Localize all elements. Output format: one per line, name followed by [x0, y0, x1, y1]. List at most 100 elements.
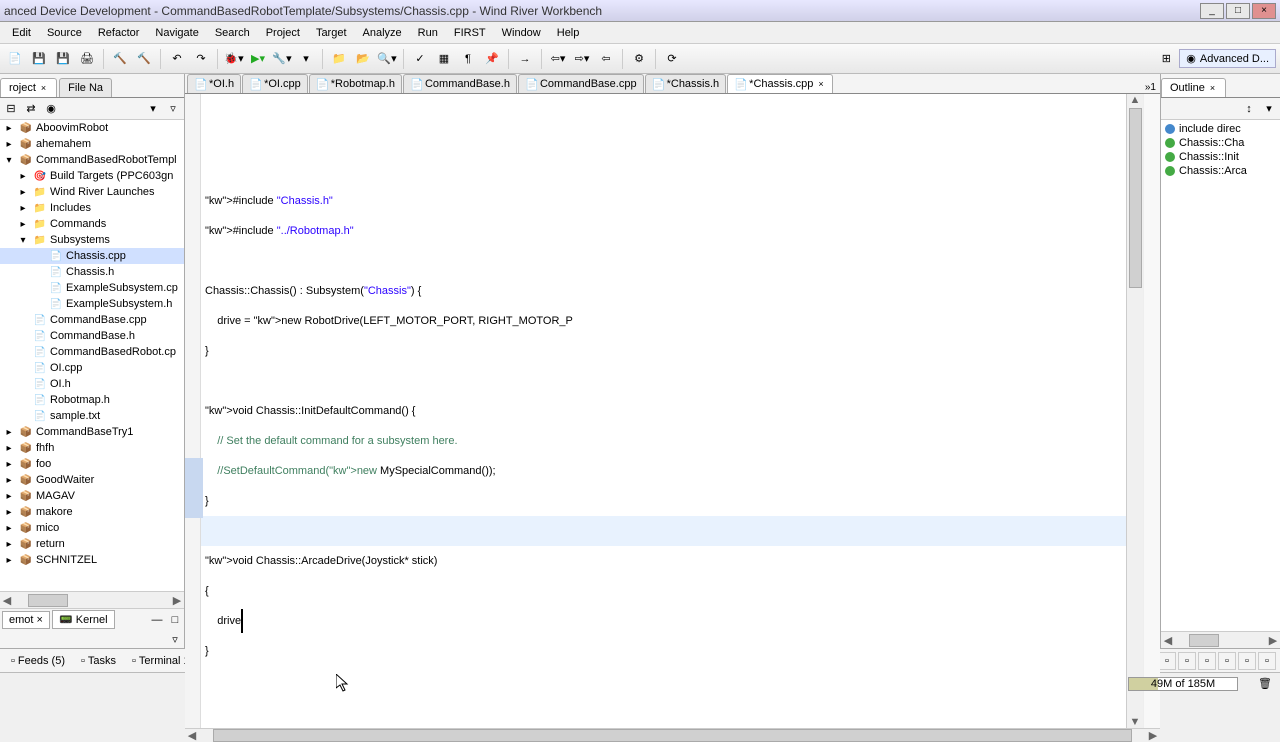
- expand-icon[interactable]: ▸: [2, 457, 16, 471]
- tree-item[interactable]: 📄Robotmap.h: [0, 392, 184, 408]
- overview-ruler[interactable]: [1143, 94, 1160, 728]
- d-icon[interactable]: ▫: [1258, 652, 1276, 670]
- collapse-all-icon[interactable]: ⊟: [2, 100, 20, 118]
- maximize-view-icon[interactable]: □: [166, 611, 184, 629]
- restore-icon[interactable]: ▫: [1178, 652, 1196, 670]
- perspective-button[interactable]: ◉ Advanced D...: [1179, 49, 1276, 68]
- sort-icon[interactable]: ↕: [1240, 100, 1258, 118]
- outline-item[interactable]: Chassis::Cha: [1163, 136, 1278, 150]
- bottom-tab[interactable]: ▫Feeds (5): [4, 652, 72, 670]
- expand-icon[interactable]: ▸: [16, 217, 30, 231]
- max-icon[interactable]: ▫: [1158, 652, 1176, 670]
- editor-tab[interactable]: 📄*Robotmap.h: [309, 74, 402, 93]
- expand-icon[interactable]: ▾: [2, 153, 16, 167]
- tree-item[interactable]: ▸📦AboovimRobot: [0, 120, 184, 136]
- expand-icon[interactable]: [16, 345, 30, 359]
- first-icon[interactable]: ⚙: [628, 48, 650, 70]
- hide-fields-icon[interactable]: ▾: [1260, 100, 1278, 118]
- save-icon[interactable]: 💾: [28, 48, 50, 70]
- expand-icon[interactable]: [32, 281, 46, 295]
- tab-outline[interactable]: Outline ×: [1161, 78, 1226, 97]
- tree-item[interactable]: ▸📁Commands: [0, 216, 184, 232]
- menu-refactor[interactable]: Refactor: [90, 25, 148, 41]
- menu-help[interactable]: Help: [549, 25, 588, 41]
- tree-item[interactable]: ▸📦SCHNITZEL: [0, 552, 184, 568]
- new-connection-icon[interactable]: 📁: [328, 48, 350, 70]
- tree-item[interactable]: ▸📦foo: [0, 456, 184, 472]
- expand-icon[interactable]: [16, 313, 30, 327]
- tree-item[interactable]: ▸📦makore: [0, 504, 184, 520]
- debug-icon[interactable]: 🐞▾: [223, 48, 245, 70]
- tree-item[interactable]: 📄Chassis.cpp: [0, 248, 184, 264]
- expand-icon[interactable]: ▸: [2, 553, 16, 567]
- redo-icon[interactable]: ↷: [190, 48, 212, 70]
- tab-project-explorer[interactable]: roject ×: [0, 78, 57, 97]
- outline-item[interactable]: Chassis::Arca: [1163, 164, 1278, 178]
- external-tools-icon[interactable]: 🔧▾: [271, 48, 293, 70]
- minimize-button[interactable]: _: [1200, 3, 1224, 19]
- outline-scroll-h[interactable]: ◀ ▶: [1161, 631, 1280, 648]
- expand-icon[interactable]: ▸: [16, 185, 30, 199]
- expand-icon[interactable]: ▸: [2, 137, 16, 151]
- project-tree[interactable]: ▸📦AboovimRobot▸📦ahemahem▾📦CommandBasedRo…: [0, 120, 184, 591]
- menu-search[interactable]: Search: [207, 25, 258, 41]
- editor-scroll-h[interactable]: ◀ ▶: [185, 728, 1160, 742]
- expand-icon[interactable]: [32, 297, 46, 311]
- c-icon[interactable]: ▫: [1238, 652, 1256, 670]
- editor-scroll-v[interactable]: ▲ ▼: [1126, 94, 1143, 728]
- tree-item[interactable]: ▸📁Wind River Launches: [0, 184, 184, 200]
- editor-tab[interactable]: 📄*OI.h: [187, 74, 241, 93]
- b-icon[interactable]: ▫: [1218, 652, 1236, 670]
- outline-item[interactable]: include direc: [1163, 122, 1278, 136]
- expand-icon[interactable]: ▸: [2, 473, 16, 487]
- next-annotation-icon[interactable]: →: [514, 48, 536, 70]
- expand-icon[interactable]: [16, 409, 30, 423]
- tab-file-navigator[interactable]: File Na: [59, 78, 112, 97]
- tab-remote[interactable]: emot ×: [2, 611, 50, 629]
- a-icon[interactable]: ▫: [1198, 652, 1216, 670]
- tree-item[interactable]: 📄CommandBasedRobot.cp: [0, 344, 184, 360]
- expand-icon[interactable]: ▸: [2, 537, 16, 551]
- menu-navigate[interactable]: Navigate: [147, 25, 206, 41]
- menu-edit[interactable]: Edit: [4, 25, 39, 41]
- editor-tab[interactable]: 📄*Chassis.h: [645, 74, 727, 93]
- tree-item[interactable]: 📄OI.cpp: [0, 360, 184, 376]
- tree-item[interactable]: ▾📦CommandBasedRobotTempl: [0, 152, 184, 168]
- menu-window[interactable]: Window: [494, 25, 549, 41]
- close-icon[interactable]: ×: [37, 614, 43, 626]
- bottom-tab[interactable]: ▫Tasks: [74, 652, 123, 670]
- nav-back-icon[interactable]: ⇦▾: [547, 48, 569, 70]
- menu-source[interactable]: Source: [39, 25, 90, 41]
- editor-tab[interactable]: 📄CommandBase.cpp: [518, 74, 644, 93]
- search-icon[interactable]: 🔍▾: [376, 48, 398, 70]
- expand-icon[interactable]: ▸: [2, 441, 16, 455]
- tree-item[interactable]: 📄ExampleSubsystem.cp: [0, 280, 184, 296]
- expand-icon[interactable]: ▸: [16, 201, 30, 215]
- minimize-view-icon[interactable]: —: [148, 611, 166, 629]
- menu-project[interactable]: Project: [258, 25, 308, 41]
- nav-last-icon[interactable]: ⇦: [595, 48, 617, 70]
- undo-icon[interactable]: ↶: [166, 48, 188, 70]
- expand-icon[interactable]: [16, 377, 30, 391]
- maximize-button[interactable]: □: [1226, 3, 1250, 19]
- tree-item[interactable]: ▸📦MAGAV: [0, 488, 184, 504]
- close-icon[interactable]: ×: [816, 79, 825, 89]
- expand-icon[interactable]: ▸: [2, 505, 16, 519]
- tree-item[interactable]: ▸🎯Build Targets (PPC603gn: [0, 168, 184, 184]
- filter-icon[interactable]: ▾: [144, 100, 162, 118]
- expand-icon[interactable]: [16, 361, 30, 375]
- more-tabs-icon[interactable]: »1: [1141, 82, 1160, 93]
- expand-icon[interactable]: ▸: [2, 489, 16, 503]
- close-icon[interactable]: ×: [1208, 83, 1217, 93]
- tree-item[interactable]: ▸📦CommandBaseTry1: [0, 424, 184, 440]
- expand-icon[interactable]: [16, 329, 30, 343]
- pin-icon[interactable]: 📌: [481, 48, 503, 70]
- close-button[interactable]: ×: [1252, 3, 1276, 19]
- editor-tab[interactable]: 📄CommandBase.h: [403, 74, 517, 93]
- editor-tab[interactable]: 📄*Chassis.cpp×: [727, 74, 832, 93]
- tree-item[interactable]: ▸📁Includes: [0, 200, 184, 216]
- tree-item[interactable]: 📄ExampleSubsystem.h: [0, 296, 184, 312]
- view-menu-icon[interactable]: ▿: [166, 630, 184, 648]
- editor-gutter[interactable]: [185, 94, 201, 728]
- tree-item[interactable]: 📄CommandBase.cpp: [0, 312, 184, 328]
